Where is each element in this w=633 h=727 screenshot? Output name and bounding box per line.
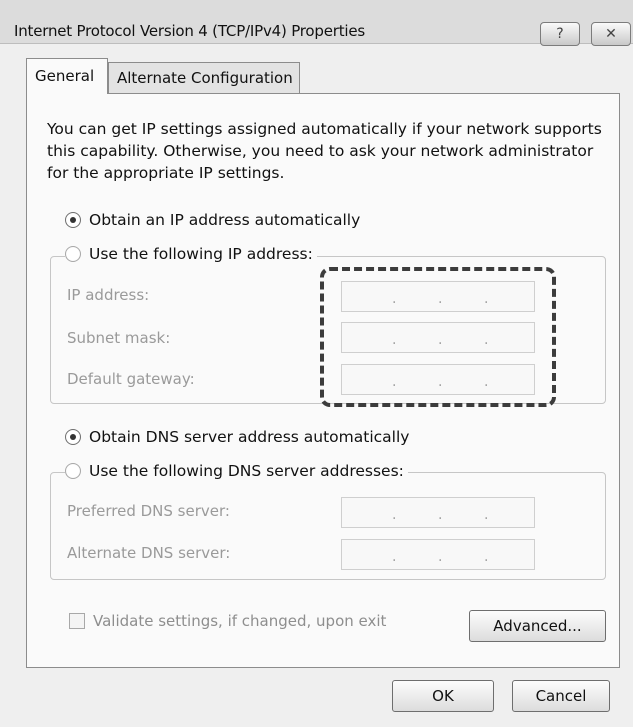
help-button[interactable]: ? (540, 22, 580, 46)
intro-text: You can get IP settings assigned automat… (47, 120, 602, 182)
obtain-ip-auto-label: Obtain an IP address automatically (89, 211, 361, 229)
advanced-button[interactable]: Advanced... (469, 610, 606, 642)
alternate-dns-field[interactable]: . . . (341, 539, 535, 570)
radio-selected-icon (65, 212, 81, 228)
use-following-ip-radio[interactable]: Use the following IP address: (65, 245, 317, 263)
title-bar[interactable]: Internet Protocol Version 4 (TCP/IPv4) P… (0, 0, 633, 46)
obtain-ip-auto-radio[interactable]: Obtain an IP address automatically (65, 211, 365, 229)
general-panel: You can get IP settings assigned automat… (26, 93, 620, 668)
use-following-dns-radio[interactable]: Use the following DNS server addresses: (65, 462, 408, 480)
ok-button[interactable]: OK (392, 680, 494, 712)
obtain-dns-auto-label: Obtain DNS server address automatically (89, 428, 410, 446)
tab-general[interactable]: General (26, 58, 108, 94)
radio-selected-icon (65, 429, 81, 445)
window-title: Internet Protocol Version 4 (TCP/IPv4) P… (14, 22, 366, 40)
default-gateway-label: Default gateway: (67, 370, 195, 388)
use-following-dns-label: Use the following DNS server addresses: (89, 462, 404, 480)
radio-unselected-icon (65, 246, 81, 262)
tcpip-properties-dialog: Internet Protocol Version 4 (TCP/IPv4) P… (0, 0, 633, 727)
ip-address-label: IP address: (67, 286, 150, 304)
use-following-ip-label: Use the following IP address: (89, 245, 313, 263)
radio-unselected-icon (65, 463, 81, 479)
help-icon: ? (556, 26, 564, 42)
close-button[interactable]: ✕ (591, 22, 631, 46)
subnet-mask-label: Subnet mask: (67, 329, 171, 347)
validate-settings-label: Validate settings, if changed, upon exit (93, 612, 387, 630)
cancel-button[interactable]: Cancel (512, 680, 610, 712)
validate-settings-checkbox[interactable]: Validate settings, if changed, upon exit (69, 612, 386, 630)
highlight-dashed-box (320, 267, 556, 407)
obtain-dns-auto-radio[interactable]: Obtain DNS server address automatically (65, 428, 414, 446)
preferred-dns-label: Preferred DNS server: (67, 502, 230, 520)
alternate-dns-label: Alternate DNS server: (67, 544, 231, 562)
tab-alternate-configuration[interactable]: Alternate Configuration (108, 62, 300, 94)
checkbox-icon (69, 613, 85, 629)
preferred-dns-field[interactable]: . . . (341, 497, 535, 528)
close-icon: ✕ (605, 26, 617, 42)
